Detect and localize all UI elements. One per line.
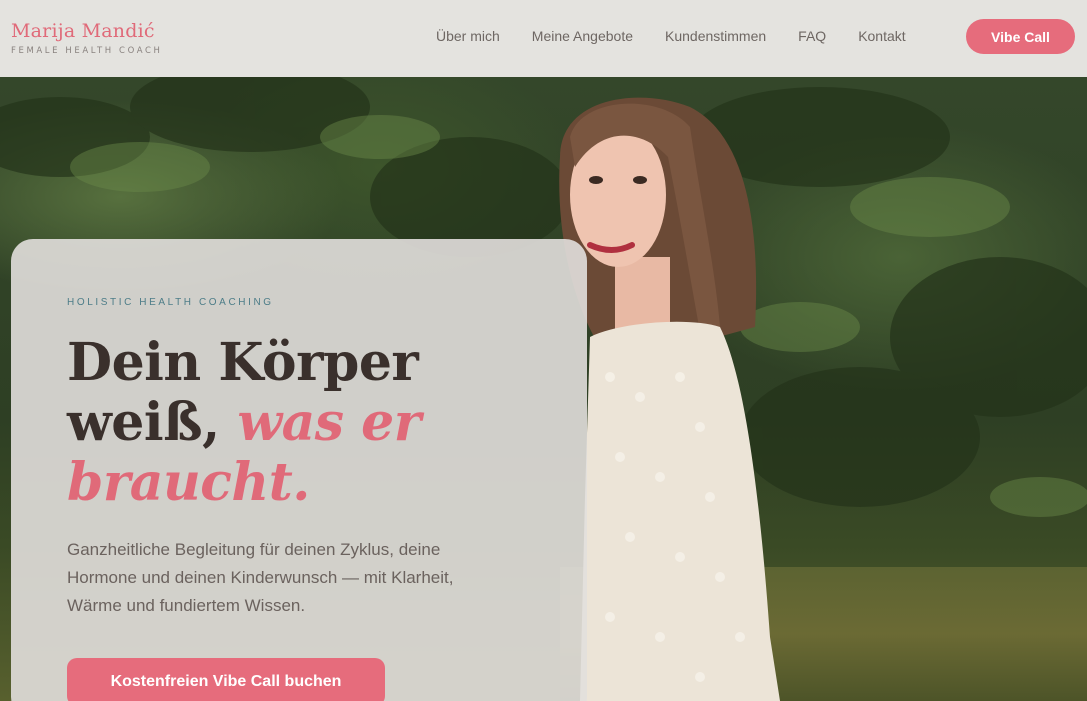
headline-line-3-accent: braucht. [67,452,310,513]
hero-headline: Dein Körper weiß, was er braucht. [67,333,421,513]
headline-line-1: Dein Körper [67,332,419,393]
headline-line-2-accent: was er [237,392,421,453]
hero-eyebrow: HOLISTIC HEALTH COACHING [67,297,274,308]
nav-item-angebote[interactable]: Meine Angebote [532,28,633,44]
main-nav: Über mich Meine Angebote Kundenstimmen F… [436,28,938,44]
headline-line-2-plain: weiß, [67,392,238,453]
nav-item-faq[interactable]: FAQ [798,28,826,44]
hero-subtext: Ganzheitliche Begleitung für deinen Zykl… [67,540,454,615]
brand-logo[interactable]: Marija Mandić FEMALE HEALTH COACH [11,20,163,56]
brand-name: Marija Mandić [11,20,155,42]
book-vibe-call-button[interactable]: Kostenfreien Vibe Call buchen [67,658,385,701]
nav-item-kontakt[interactable]: Kontakt [858,28,905,44]
brand-subtitle: FEMALE HEALTH COACH [11,46,163,56]
vibe-call-button[interactable]: Vibe Call [966,19,1075,54]
nav-item-kundenstimmen[interactable]: Kundenstimmen [665,28,766,44]
site-header: Marija Mandić FEMALE HEALTH COACH Über m… [0,0,1087,77]
nav-item-ueber-mich[interactable]: Über mich [436,28,500,44]
